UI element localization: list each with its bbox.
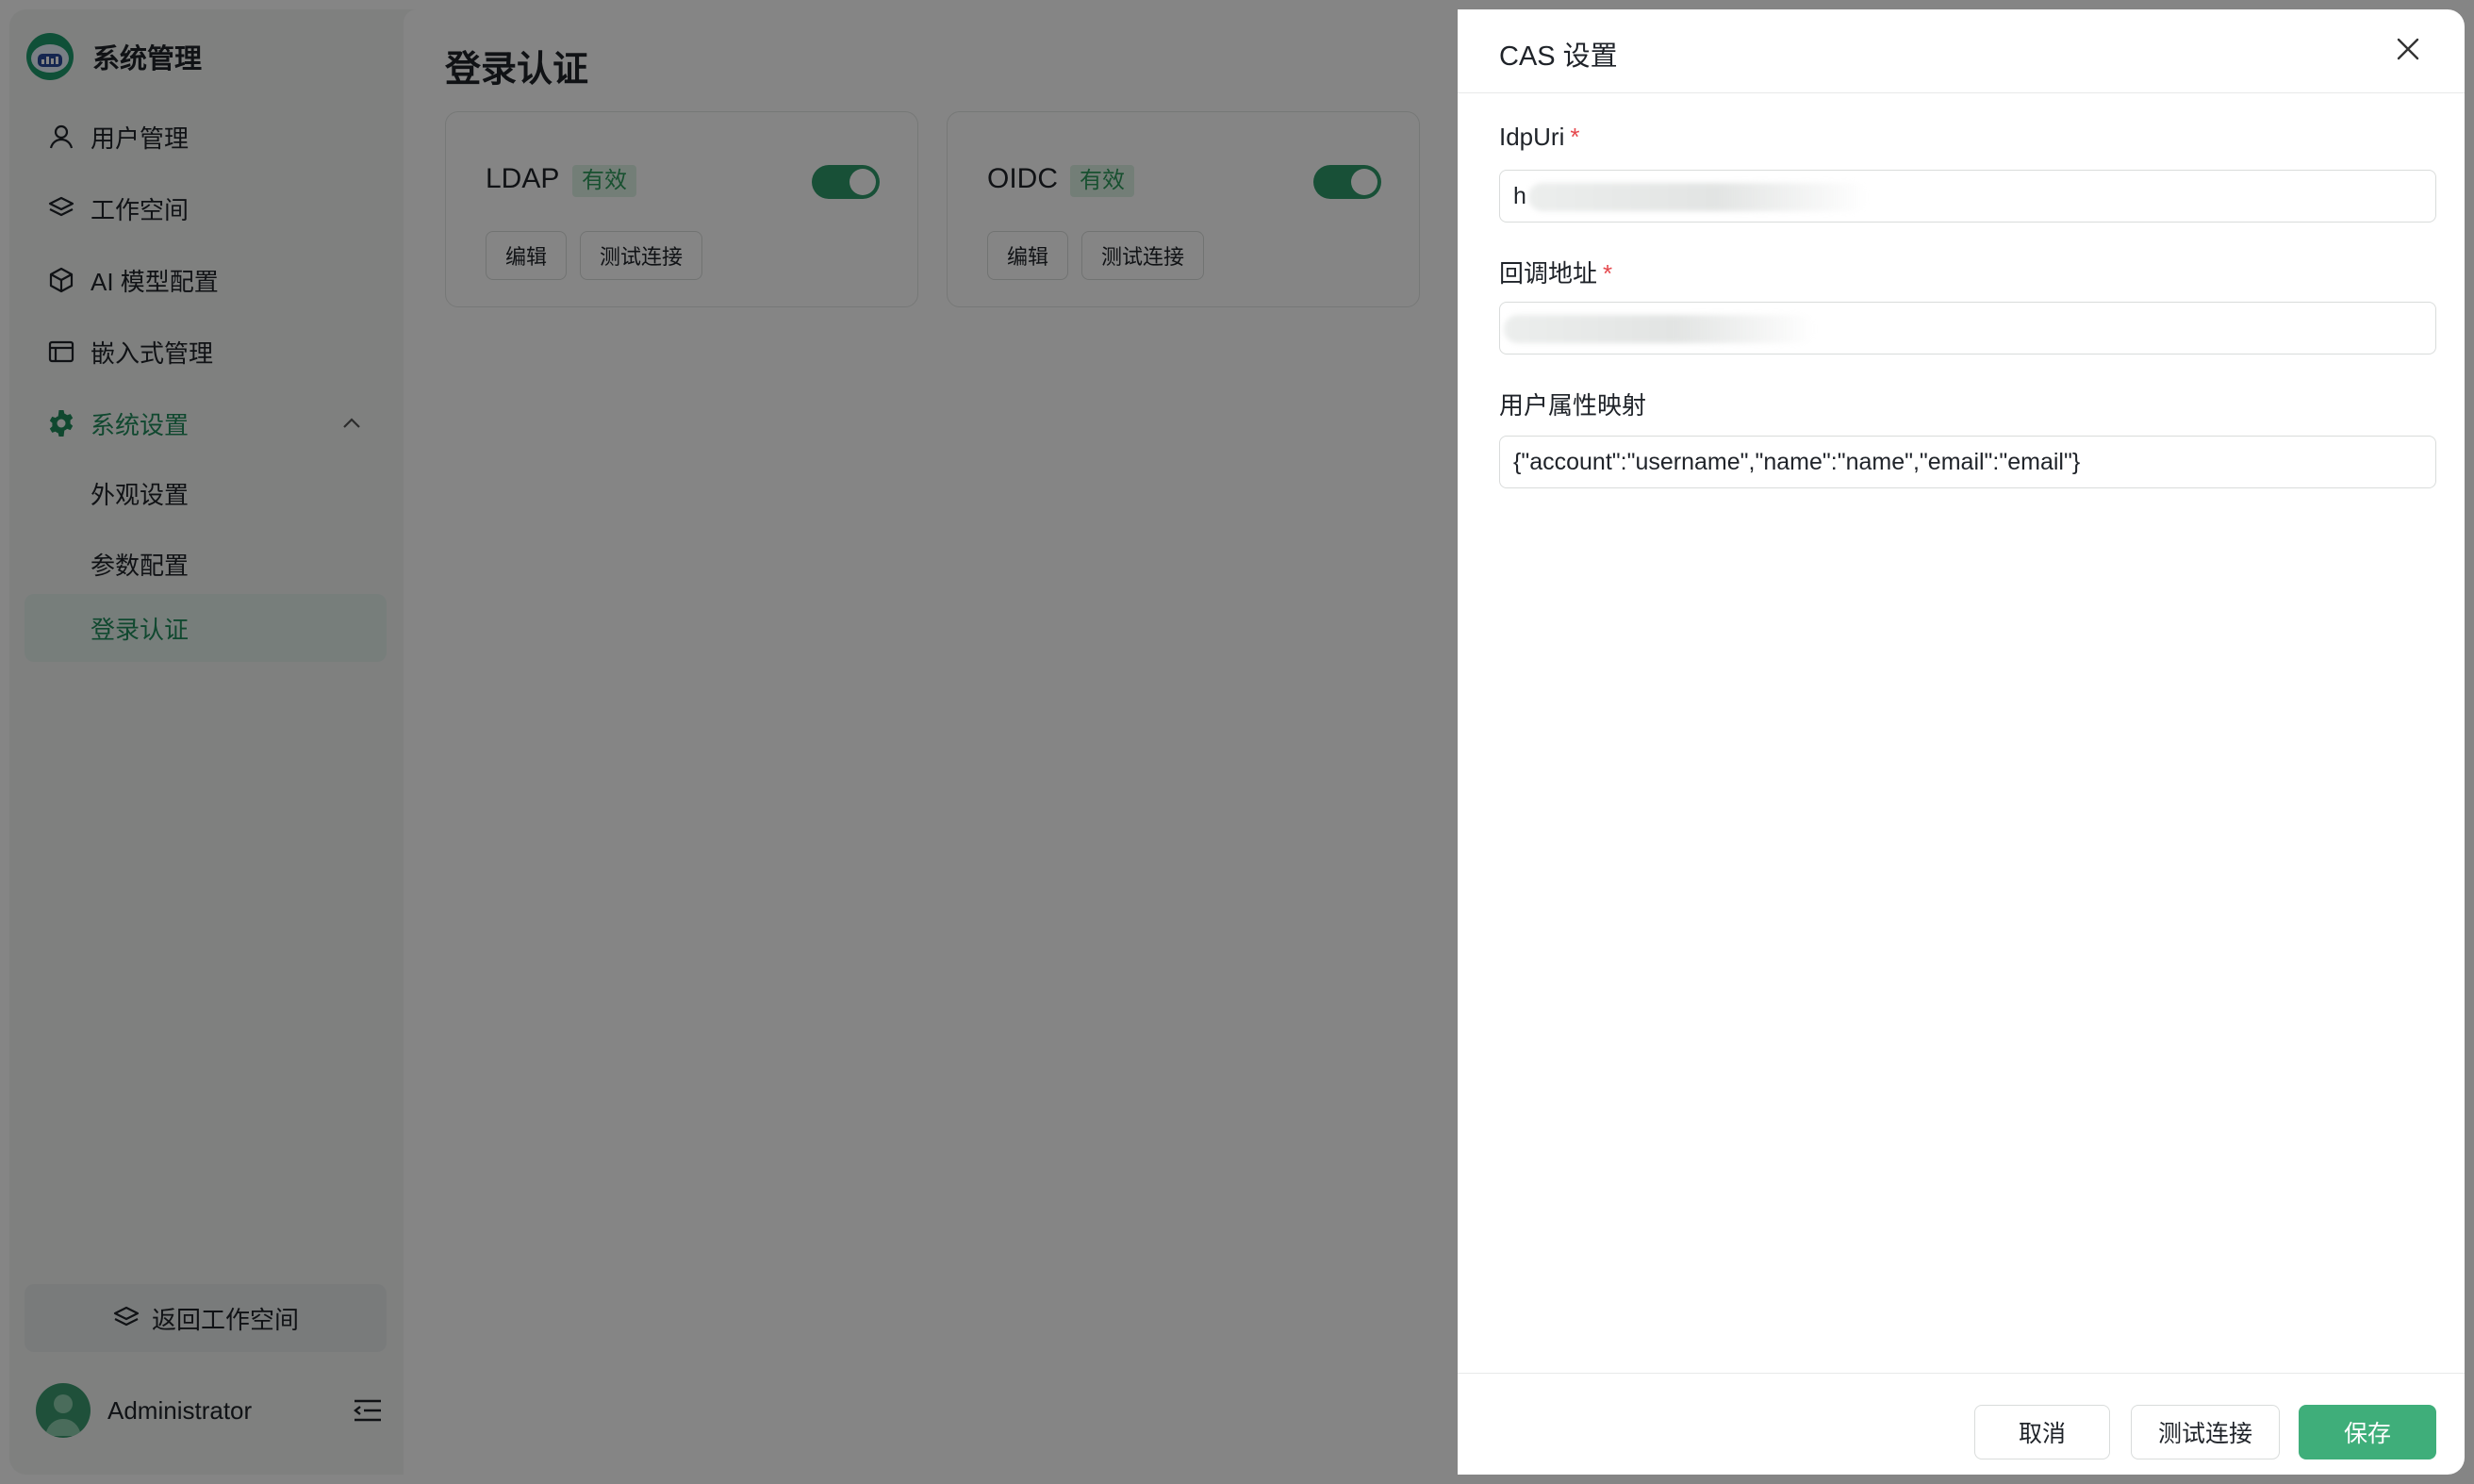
idp-uri-input[interactable]: h	[1499, 170, 2436, 223]
input-value: h	[1513, 182, 1526, 209]
redacted-mask	[1504, 315, 1815, 343]
save-button[interactable]: 保存	[2299, 1405, 2436, 1459]
required-mark: *	[1570, 123, 1580, 151]
cas-settings-drawer: CAS 设置 IdpUri * h 回调地址 * 用户属性映射 {"account"…	[1458, 9, 2465, 1475]
input-value: {"account":"username","name":"name","ema…	[1513, 448, 2081, 475]
cancel-button[interactable]: 取消	[1974, 1405, 2110, 1459]
field-label-text: IdpUri	[1499, 123, 1565, 151]
drawer-header: CAS 设置	[1458, 9, 2465, 93]
callback-url-label: 回调地址 *	[1499, 255, 1612, 289]
redacted-mask	[1528, 183, 1868, 211]
user-attr-mapping-label: 用户属性映射	[1499, 387, 1646, 421]
test-connection-button[interactable]: 测试连接	[2131, 1405, 2280, 1459]
callback-url-input[interactable]	[1499, 302, 2436, 355]
close-icon[interactable]	[2391, 32, 2425, 66]
user-attr-mapping-input[interactable]: {"account":"username","name":"name","ema…	[1499, 436, 2436, 488]
idp-uri-label: IdpUri *	[1499, 123, 1579, 152]
required-mark: *	[1603, 259, 1613, 288]
field-label-text: 回调地址	[1499, 259, 1598, 288]
drawer-title: CAS 设置	[1499, 41, 1618, 72]
field-label-text: 用户属性映射	[1499, 391, 1647, 420]
